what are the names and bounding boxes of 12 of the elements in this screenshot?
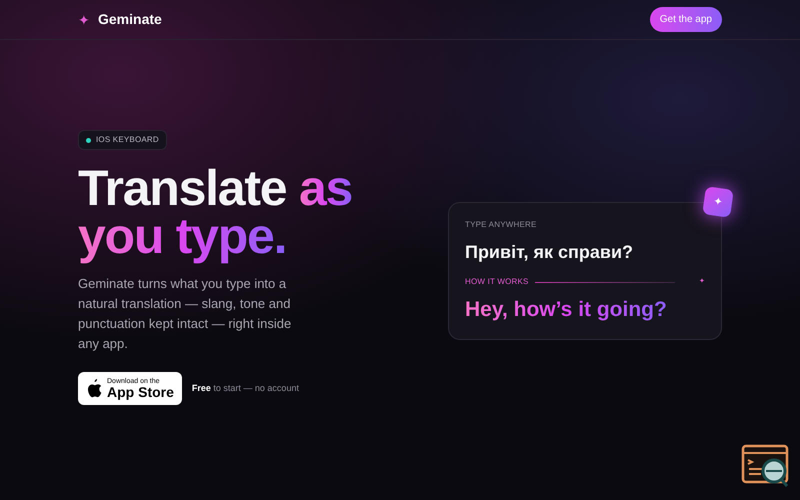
card-label: TYPE ANYWHERE: [465, 219, 538, 231]
store-name: App Store: [107, 385, 174, 399]
inspect-page-icon: [741, 444, 791, 489]
source-text: Привіт, як справи?: [465, 241, 634, 264]
apple-icon: [86, 379, 102, 398]
free-note-text: Free to start — no account: [192, 382, 299, 395]
badge-label: IOS KEYBOARD: [96, 134, 159, 146]
sparkle-icon: ✦: [78, 12, 90, 26]
description-text: Geminate turns what you type into a natural translation — slang, tone and punctuation kept intact — right inside any app.: [78, 275, 292, 353]
brand-name: Geminate: [98, 10, 162, 29]
get-app-button[interactable]: Get the app: [650, 7, 722, 32]
how-it-works-label: HOW IT WORKS: [465, 276, 529, 288]
